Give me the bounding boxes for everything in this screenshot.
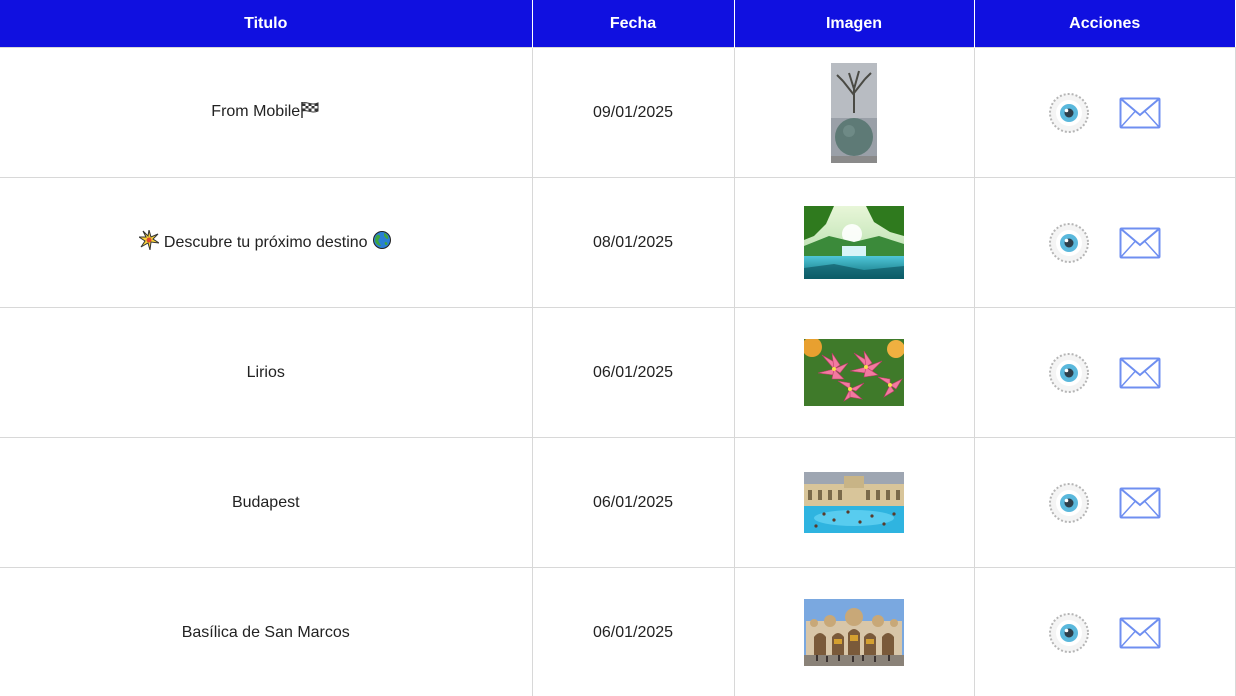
- row-title: Budapest: [231, 493, 300, 511]
- send-email-button[interactable]: [1119, 487, 1161, 519]
- globe-icon: [372, 230, 392, 255]
- eye-icon: [1049, 612, 1089, 653]
- envelope-icon: [1119, 487, 1161, 518]
- image-cell: [733, 437, 975, 568]
- tree-on-globe-sculpture-photo[interactable]: [831, 62, 877, 163]
- table-row: Descubre tu próximo destino 08/01/2025: [0, 177, 1236, 308]
- table-row: Lirios 06/01/2025: [0, 307, 1236, 438]
- table-row: Basílica de San Marcos 06/01/2025: [0, 567, 1236, 696]
- header-fecha[interactable]: Fecha: [532, 0, 735, 48]
- thermal-bath-pool-photo[interactable]: [804, 472, 904, 533]
- date-cell: 06/01/2025: [531, 307, 735, 438]
- send-email-button[interactable]: [1119, 227, 1161, 259]
- row-title: Descubre tu próximo destino: [163, 234, 368, 251]
- table-row: Budapest 06/01/2025: [0, 437, 1236, 568]
- checkered-flag-icon: [300, 101, 320, 124]
- image-cell: [733, 567, 975, 696]
- image-cell: [733, 307, 975, 438]
- waterfall-lake-photo[interactable]: [804, 206, 904, 279]
- title-cell: Budapest: [0, 437, 533, 568]
- send-email-button[interactable]: [1119, 357, 1161, 389]
- table-header: Titulo Fecha Imagen Acciones: [0, 0, 1235, 48]
- sparkle-burst-icon: [137, 229, 160, 255]
- actions-cell: [973, 177, 1236, 308]
- actions-cell: [973, 567, 1236, 696]
- date-cell: 06/01/2025: [531, 567, 735, 696]
- date-cell: 08/01/2025: [531, 177, 735, 308]
- envelope-icon: [1119, 227, 1161, 258]
- row-title: Lirios: [246, 363, 285, 381]
- eye-icon: [1049, 352, 1089, 393]
- eye-icon: [1049, 222, 1089, 263]
- actions-cell: [973, 47, 1236, 178]
- table-row: From Mobile 09/01/2025: [0, 47, 1236, 178]
- image-cell: [733, 177, 975, 308]
- envelope-icon: [1119, 97, 1161, 128]
- actions-cell: [973, 307, 1236, 438]
- eye-icon: [1049, 92, 1089, 133]
- title-cell: Descubre tu próximo destino: [0, 177, 533, 308]
- header-acciones[interactable]: Acciones: [974, 0, 1235, 48]
- basilica-facade-photo[interactable]: [804, 599, 904, 666]
- posts-table: Titulo Fecha Imagen Acciones From Mobile…: [0, 0, 1236, 696]
- view-button[interactable]: [1048, 482, 1090, 524]
- date-cell: 09/01/2025: [531, 47, 735, 178]
- view-button[interactable]: [1048, 352, 1090, 394]
- envelope-icon: [1119, 617, 1161, 648]
- pink-lilies-photo[interactable]: [804, 339, 904, 406]
- view-button[interactable]: [1048, 612, 1090, 654]
- send-email-button[interactable]: [1119, 617, 1161, 649]
- date-cell: 06/01/2025: [531, 437, 735, 568]
- header-titulo[interactable]: Titulo: [0, 0, 533, 48]
- send-email-button[interactable]: [1119, 97, 1161, 129]
- view-button[interactable]: [1048, 92, 1090, 134]
- image-cell: [733, 47, 975, 178]
- title-cell: Basílica de San Marcos: [0, 567, 533, 696]
- eye-icon: [1049, 482, 1089, 523]
- envelope-icon: [1119, 357, 1161, 388]
- title-cell: From Mobile: [0, 47, 533, 178]
- actions-cell: [973, 437, 1236, 568]
- title-cell: Lirios: [0, 307, 533, 438]
- view-button[interactable]: [1048, 222, 1090, 264]
- row-title: From Mobile: [211, 103, 301, 120]
- header-imagen[interactable]: Imagen: [734, 0, 975, 48]
- row-title: Basílica de San Marcos: [181, 623, 350, 641]
